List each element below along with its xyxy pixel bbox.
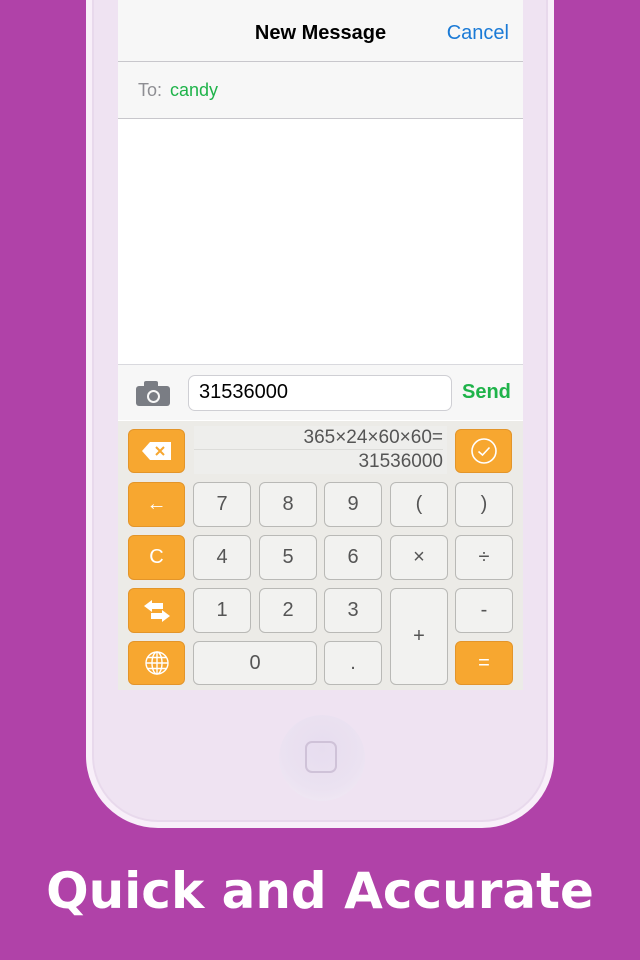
navigation-bar: New Message Cancel	[118, 0, 523, 62]
switch-keyboard-button[interactable]	[128, 588, 185, 633]
recipient-name[interactable]: candy	[170, 80, 218, 101]
tagline-heading: Quick and Accurate	[46, 862, 594, 920]
key-5[interactable]: 5	[259, 535, 317, 580]
globe-icon	[144, 651, 169, 675]
key-6[interactable]: 6	[324, 535, 382, 580]
backspace-button[interactable]	[128, 429, 185, 473]
key-minus[interactable]: -	[455, 588, 513, 633]
check-circle-icon	[470, 438, 497, 464]
camera-icon[interactable]	[136, 380, 170, 406]
phone-screen: New Message Cancel To: candy Send 365×24…	[118, 0, 523, 690]
cancel-button[interactable]: Cancel	[447, 22, 509, 45]
display-result: 31536000	[358, 451, 443, 472]
key-9[interactable]: 9	[324, 482, 382, 527]
key-4[interactable]: 4	[193, 535, 251, 580]
message-thread-area	[118, 119, 523, 365]
cursor-left-button[interactable]: ←	[128, 482, 185, 527]
compose-bar: Send	[118, 365, 523, 420]
key-divide[interactable]: ÷	[455, 535, 513, 580]
key-8[interactable]: 8	[259, 482, 317, 527]
key-open-paren[interactable]: (	[390, 482, 448, 527]
clear-button[interactable]: C	[128, 535, 185, 580]
home-square-icon	[305, 741, 337, 773]
recipient-field[interactable]: To: candy	[118, 62, 523, 119]
key-close-paren[interactable]: )	[455, 482, 513, 527]
send-button[interactable]: Send	[462, 381, 511, 404]
key-7[interactable]: 7	[193, 482, 251, 527]
key-0[interactable]: 0	[193, 641, 317, 685]
key-multiply[interactable]: ×	[390, 535, 448, 580]
message-input[interactable]	[188, 374, 452, 411]
confirm-button[interactable]	[455, 429, 512, 473]
recipient-label: To:	[138, 79, 163, 100]
key-2[interactable]: 2	[259, 588, 317, 633]
display-expression: 365×24×60×60=	[194, 426, 443, 450]
globe-button[interactable]	[128, 641, 185, 685]
key-1[interactable]: 1	[193, 588, 251, 633]
key-equals[interactable]: =	[455, 641, 513, 685]
key-decimal[interactable]: .	[324, 641, 382, 685]
swap-arrows-icon	[143, 599, 170, 622]
key-3[interactable]: 3	[324, 588, 382, 633]
calculator-keyboard: 365×24×60×60= 31536000 ← 7 8 9 ( ) C 4 5…	[118, 421, 523, 690]
key-plus[interactable]: +	[390, 588, 448, 685]
calculator-display: 365×24×60×60= 31536000	[194, 426, 447, 474]
backspace-icon	[141, 442, 171, 460]
